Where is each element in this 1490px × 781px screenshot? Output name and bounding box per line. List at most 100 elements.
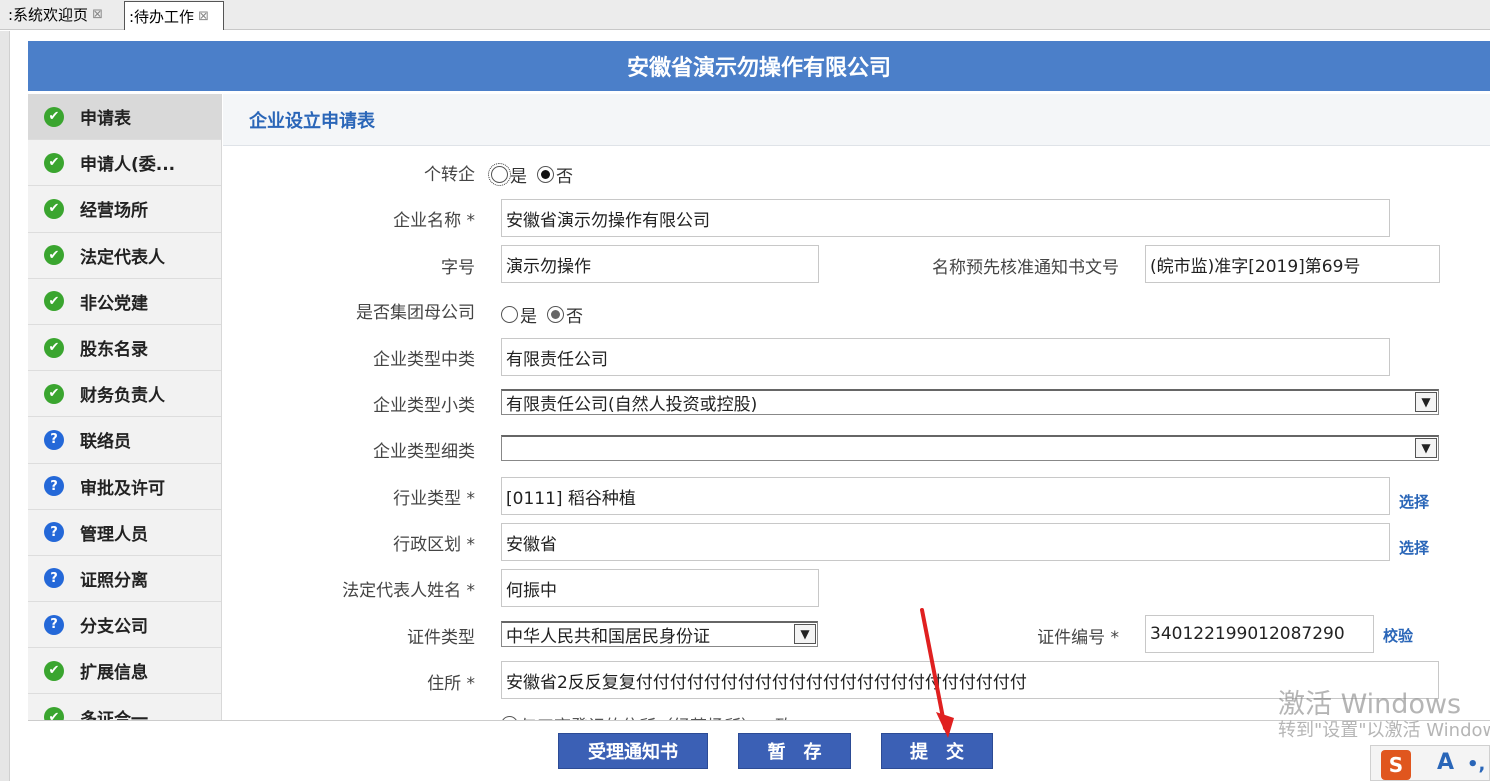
tab-welcome[interactable]: :系统欢迎页 ⊠ bbox=[4, 1, 122, 28]
region-input[interactable]: 安徽省 bbox=[501, 523, 1390, 561]
sidebar-item-label: 经营场所 bbox=[80, 201, 148, 222]
check-circle-icon: ✔ bbox=[44, 152, 64, 173]
chevron-down-icon[interactable]: ▼ bbox=[1415, 438, 1437, 458]
type-small-select[interactable]: 有限责任公司(自然人投资或控股) ▼ bbox=[501, 389, 1439, 415]
radio-group-parent-no-label: 否 bbox=[566, 307, 583, 327]
acceptance-notice-button[interactable]: 受理通知书 bbox=[558, 733, 708, 769]
sidebar-item[interactable]: ✔ 多证合一 bbox=[28, 694, 221, 720]
region-select-link[interactable]: 选择 bbox=[1399, 537, 1429, 558]
sidebar-item-label: 申请表 bbox=[80, 109, 131, 130]
label-notice-no: 名称预先核准通知书文号 bbox=[932, 258, 1119, 278]
question-circle-icon: ? bbox=[44, 614, 64, 635]
question-circle-icon: ? bbox=[44, 568, 64, 589]
action-bar: 受理通知书 暂 存 提 交 bbox=[28, 720, 1490, 781]
label-region: 行政区划 * bbox=[393, 535, 475, 555]
industry-input[interactable]: [0111] 稻谷种植 bbox=[501, 477, 1390, 515]
company-title: 安徽省演示勿操作有限公司 bbox=[626, 56, 891, 81]
sidebar-item-label: 扩展信息 bbox=[80, 663, 148, 684]
check-circle-icon: ✔ bbox=[44, 660, 64, 681]
radio-group-parent-yes[interactable] bbox=[501, 306, 518, 323]
label-industry: 行业类型 * bbox=[393, 489, 475, 509]
tab-todo-label: :待办工作 bbox=[129, 7, 195, 26]
check-circle-icon: ✔ bbox=[44, 291, 64, 312]
sidebar-item[interactable]: ✔ 申请表 bbox=[28, 94, 221, 141]
check-circle-icon: ✔ bbox=[44, 337, 64, 358]
sidebar: ✔ 申请表 ✔ 申请人(委... ✔ 经营场所 ✔ 法定代表人 ✔ 非公党建 ✔ 股东名录 ✔ 财务负责人… bbox=[28, 94, 222, 720]
sidebar-item[interactable]: ✔ 申请人(委... bbox=[28, 140, 221, 187]
sidebar-item[interactable]: ✔ 扩展信息 bbox=[28, 648, 221, 695]
radio-individual-no[interactable] bbox=[537, 166, 554, 183]
sidebar-item[interactable]: ✔ 财务负责人 bbox=[28, 371, 221, 418]
sidebar-item-label: 申请人(委... bbox=[80, 155, 176, 176]
check-circle-icon: ✔ bbox=[44, 383, 64, 404]
ime-punct-icon[interactable]: •, bbox=[1467, 754, 1485, 775]
sidebar-item-label: 财务负责人 bbox=[80, 386, 165, 407]
sidebar-item[interactable]: ? 管理人员 bbox=[28, 510, 221, 556]
sidebar-item-label: 法定代表人 bbox=[80, 247, 165, 268]
trade-name-input[interactable]: 演示勿操作 bbox=[501, 245, 819, 283]
radio-group-parent: 是 否 bbox=[501, 302, 583, 327]
industry-select-link[interactable]: 选择 bbox=[1399, 491, 1429, 512]
id-no-input[interactable]: 340122199012087290 bbox=[1145, 615, 1374, 653]
sidebar-item-label: 股东名录 bbox=[80, 340, 148, 361]
sidebar-item[interactable]: ? 分支公司 bbox=[28, 602, 221, 649]
sogou-logo-icon[interactable]: S bbox=[1381, 750, 1411, 780]
left-frame-edge bbox=[0, 31, 10, 781]
sidebar-item[interactable]: ✔ 经营场所 bbox=[28, 186, 221, 233]
check-circle-icon: ✔ bbox=[44, 707, 64, 720]
chevron-down-icon[interactable]: ▼ bbox=[1415, 392, 1437, 412]
label-id-type: 证件类型 bbox=[407, 628, 475, 648]
label-company-name: 企业名称 * bbox=[393, 211, 475, 231]
label-type-small: 企业类型小类 bbox=[373, 396, 475, 416]
tab-welcome-label: :系统欢迎页 bbox=[8, 6, 89, 24]
label-legal-rep: 法定代表人姓名 * bbox=[342, 581, 475, 601]
sidebar-item-label: 分支公司 bbox=[80, 617, 148, 638]
label-id-no: 证件编号 * bbox=[1037, 628, 1119, 648]
app-window: :系统欢迎页 ⊠ :待办工作 ⊠ 安徽省演示勿操作有限公司 ✔ 申请表 ✔ 申请人(委… bbox=[0, 0, 1490, 781]
id-verify-link[interactable]: 校验 bbox=[1383, 625, 1413, 646]
radio-group-parent-no[interactable] bbox=[547, 306, 564, 323]
windows-activation-hint: 转到"设置"以激活 Windows。 bbox=[1278, 720, 1490, 741]
type-detail-select[interactable]: ▼ bbox=[501, 435, 1439, 461]
close-icon[interactable]: ⊠ bbox=[198, 9, 209, 24]
company-name-input[interactable]: 安徽省演示勿操作有限公司 bbox=[501, 199, 1390, 237]
company-banner: 安徽省演示勿操作有限公司 bbox=[28, 41, 1490, 91]
address-same-label: 与工商登记的住所（经营场所）一致 bbox=[520, 712, 792, 720]
chevron-down-icon[interactable]: ▼ bbox=[794, 624, 816, 644]
close-icon[interactable]: ⊠ bbox=[92, 7, 103, 22]
sidebar-item[interactable]: ✔ 法定代表人 bbox=[28, 233, 221, 279]
ime-mode-icon[interactable]: A bbox=[1437, 750, 1454, 775]
label-type-mid: 企业类型中类 bbox=[373, 350, 475, 370]
notice-no-input[interactable]: (皖市监)准字[2019]第69号 bbox=[1145, 245, 1440, 283]
check-circle-icon: ✔ bbox=[44, 198, 64, 219]
sidebar-item[interactable]: ✔ 股东名录 bbox=[28, 325, 221, 372]
address-same-option[interactable]: 与工商登记的住所（经营场所）一致 bbox=[501, 712, 792, 720]
sidebar-item-label: 证照分离 bbox=[80, 570, 148, 591]
radio-group-individual: 是 否 bbox=[488, 162, 573, 187]
label-trade-name: 字号 bbox=[441, 258, 475, 278]
label-type-detail: 企业类型细类 bbox=[373, 442, 475, 462]
type-small-value: 有限责任公司(自然人投资或控股) bbox=[506, 395, 758, 415]
save-draft-button[interactable]: 暂 存 bbox=[738, 733, 851, 769]
sidebar-item[interactable]: ? 联络员 bbox=[28, 417, 221, 464]
type-mid-input[interactable]: 有限责任公司 bbox=[501, 338, 1390, 376]
sidebar-item-label: 管理人员 bbox=[80, 524, 148, 545]
label-address: 住所 * bbox=[427, 674, 475, 694]
sidebar-item[interactable]: ? 证照分离 bbox=[28, 556, 221, 603]
check-circle-icon: ✔ bbox=[44, 245, 64, 266]
tab-strip: :系统欢迎页 ⊠ :待办工作 ⊠ bbox=[0, 0, 1490, 30]
legal-rep-input[interactable]: 何振中 bbox=[501, 569, 819, 607]
sidebar-item[interactable]: ? 审批及许可 bbox=[28, 464, 221, 510]
sidebar-item[interactable]: ✔ 非公党建 bbox=[28, 279, 221, 325]
question-circle-icon: ? bbox=[44, 429, 64, 450]
radio-group-parent-yes-label: 是 bbox=[520, 307, 537, 327]
id-type-value: 中华人民共和国居民身份证 bbox=[506, 627, 710, 647]
radio-individual-yes[interactable] bbox=[488, 163, 511, 186]
submit-button[interactable]: 提 交 bbox=[881, 733, 993, 769]
id-type-select[interactable]: 中华人民共和国居民身份证 ▼ bbox=[501, 621, 818, 647]
tab-todo[interactable]: :待办工作 ⊠ bbox=[124, 1, 224, 30]
sidebar-item-label: 多证合一 bbox=[80, 709, 148, 720]
radio-individual-no-label: 否 bbox=[556, 167, 573, 187]
ime-toolbar: S A •, bbox=[1370, 745, 1490, 781]
question-circle-icon: ? bbox=[44, 476, 64, 497]
